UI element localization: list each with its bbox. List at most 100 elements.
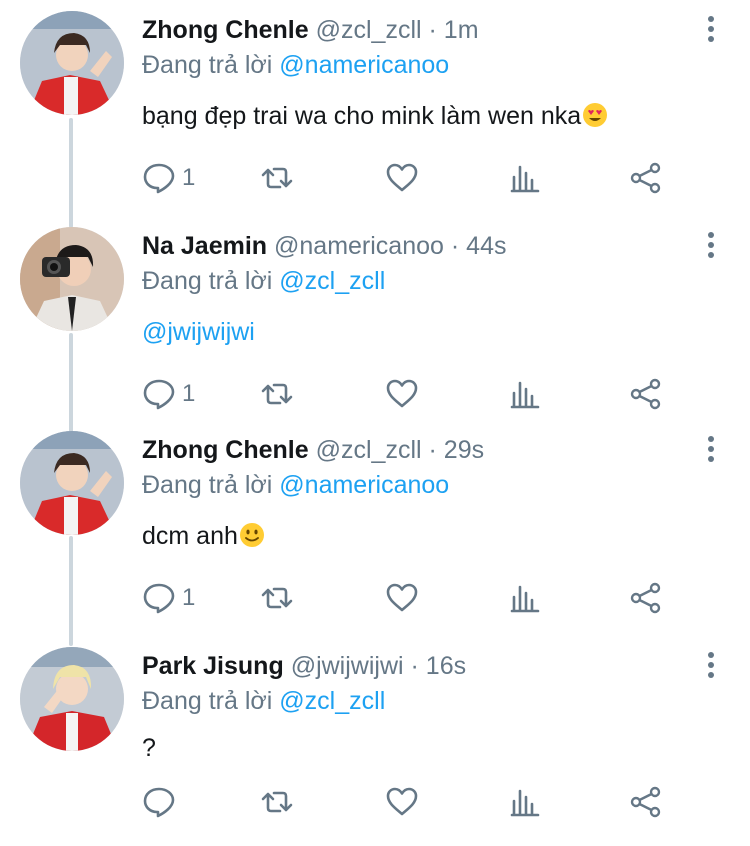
reply-button[interactable]: 1: [142, 158, 195, 198]
reply-prefix: Đang trả lời: [142, 267, 273, 295]
reply-button[interactable]: 1: [142, 374, 195, 414]
reply-count: 1: [182, 164, 196, 191]
retweet-button[interactable]: [260, 578, 294, 618]
reply-icon: [143, 163, 175, 194]
share-button[interactable]: [629, 782, 663, 822]
action-bar: 1: [142, 578, 682, 618]
more-options-icon[interactable]: [706, 436, 716, 464]
tweet[interactable]: Zhong Chenle @zcl_zcll · 29s Đang trả lờ…: [0, 420, 750, 630]
reply-icon: [143, 787, 175, 818]
author-handle[interactable]: @zcl_zcll: [316, 16, 422, 44]
heart-eyes-emoji-icon: [583, 103, 608, 127]
tweet-text: dcm anh: [142, 519, 265, 553]
reply-button[interactable]: [142, 782, 182, 822]
analytics-button[interactable]: [508, 578, 542, 618]
action-bar: 1: [142, 374, 682, 414]
share-button[interactable]: [629, 158, 663, 198]
share-icon: [630, 582, 661, 614]
analytics-button[interactable]: [508, 158, 542, 198]
mention-link[interactable]: @jwijwijwi: [142, 318, 255, 346]
more-options-icon[interactable]: [706, 232, 716, 260]
share-icon: [630, 378, 661, 410]
timestamp[interactable]: 1m: [444, 16, 479, 44]
analytics-icon: [510, 165, 540, 193]
share-icon: [630, 162, 661, 194]
tweet-text: @jwijwijwi: [142, 315, 255, 349]
tweet[interactable]: Park Jisung @jwijwijwi · 16s Đang trả lờ…: [0, 636, 750, 846]
reply-prefix: Đang trả lời: [142, 51, 273, 79]
avatar-red-jacket-icon: [20, 11, 124, 115]
share-button[interactable]: [629, 374, 663, 414]
author-name[interactable]: Zhong Chenle: [142, 436, 309, 464]
avatar[interactable]: [20, 227, 124, 331]
separator: ·: [450, 232, 460, 260]
mention-link[interactable]: @namericanoo: [279, 51, 449, 79]
reply-button[interactable]: 1: [142, 578, 195, 618]
mention-link[interactable]: @namericanoo: [279, 471, 449, 499]
tweet-header: Zhong Chenle @zcl_zcll · 1m: [142, 14, 479, 46]
retweet-button[interactable]: [260, 158, 294, 198]
heart-icon: [386, 379, 418, 408]
slightly-smiling-emoji-icon: [239, 523, 264, 547]
reply-context: Đang trả lời @zcl_zcll: [142, 685, 385, 717]
share-icon: [630, 786, 661, 818]
avatar-camera-icon: [20, 227, 124, 331]
author-name[interactable]: Zhong Chenle: [142, 16, 309, 44]
reply-count: 1: [182, 584, 196, 611]
tweet-header: Na Jaemin @namericanoo · 44s: [142, 230, 506, 262]
timestamp[interactable]: 44s: [466, 232, 506, 260]
tweet-text: bạng đẹp trai wa cho mink làm wen nka: [142, 99, 608, 133]
analytics-icon: [510, 381, 540, 409]
retweet-icon: [261, 791, 293, 813]
author-name[interactable]: Park Jisung: [142, 652, 284, 680]
more-options-icon[interactable]: [706, 652, 716, 680]
action-bar: 1: [142, 158, 682, 198]
heart-icon: [386, 787, 418, 816]
heart-icon: [386, 163, 418, 192]
retweet-button[interactable]: [260, 782, 294, 822]
tweet[interactable]: Zhong Chenle @zcl_zcll · 1m Đang trả lời…: [0, 0, 750, 210]
tweet-text-content: dcm anh: [142, 522, 238, 550]
retweet-icon: [261, 587, 293, 609]
reply-context: Đang trả lời @namericanoo: [142, 49, 449, 81]
author-handle[interactable]: @zcl_zcll: [316, 436, 422, 464]
like-button[interactable]: [385, 782, 419, 822]
retweet-icon: [261, 167, 293, 189]
mention-link[interactable]: @zcl_zcll: [279, 687, 385, 715]
timestamp[interactable]: 29s: [444, 436, 484, 464]
reply-prefix: Đang trả lời: [142, 471, 273, 499]
like-button[interactable]: [385, 578, 419, 618]
tweet-text-content: ?: [142, 734, 156, 762]
reply-prefix: Đang trả lời: [142, 687, 273, 715]
action-bar: [142, 782, 682, 822]
avatar-red-jacket-icon: [20, 431, 124, 535]
author-handle[interactable]: @jwijwijwi: [291, 652, 404, 680]
timestamp[interactable]: 16s: [426, 652, 466, 680]
like-button[interactable]: [385, 158, 419, 198]
tweet-header: Park Jisung @jwijwijwi · 16s: [142, 650, 466, 682]
more-options-icon[interactable]: [706, 16, 716, 44]
analytics-button[interactable]: [508, 374, 542, 414]
retweet-button[interactable]: [260, 374, 294, 414]
tweet-text-content: bạng đẹp trai wa cho mink làm wen nka: [142, 102, 582, 130]
separator: ·: [410, 652, 419, 680]
tweet-header: Zhong Chenle @zcl_zcll · 29s: [142, 434, 484, 466]
mention-link[interactable]: @zcl_zcll: [279, 267, 385, 295]
reply-icon: [143, 379, 175, 410]
avatar[interactable]: [20, 11, 124, 115]
avatar[interactable]: [20, 647, 124, 751]
avatar[interactable]: [20, 431, 124, 535]
analytics-icon: [510, 585, 540, 613]
author-handle[interactable]: @namericanoo: [274, 232, 444, 260]
tweet[interactable]: Na Jaemin @namericanoo · 44s Đang trả lờ…: [0, 216, 750, 426]
like-button[interactable]: [385, 374, 419, 414]
reply-context: Đang trả lời @namericanoo: [142, 469, 449, 501]
avatar-blond-icon: [20, 647, 124, 751]
author-name[interactable]: Na Jaemin: [142, 232, 267, 260]
reply-icon: [143, 583, 175, 614]
analytics-button[interactable]: [508, 782, 542, 822]
share-button[interactable]: [629, 578, 663, 618]
separator: ·: [428, 436, 437, 464]
reply-count: 1: [182, 380, 196, 407]
tweet-text: ?: [142, 731, 156, 765]
